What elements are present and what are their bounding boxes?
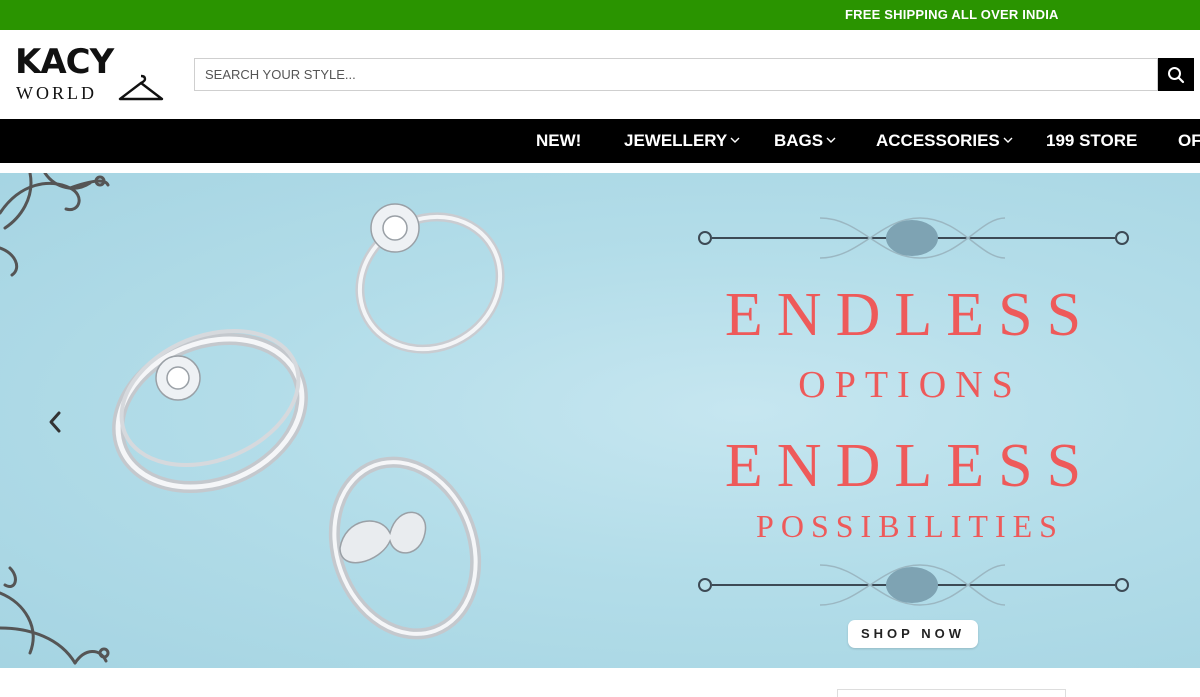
nav-item-jewellery[interactable]: JEWELLERY — [624, 119, 740, 163]
banner-headline-2: OPTIONS — [798, 364, 1022, 406]
nav-item-bags[interactable]: BAGS — [774, 119, 836, 163]
content-box-edge — [837, 689, 1066, 697]
nav-item-label: ACCESSORIES — [876, 131, 1000, 150]
nav-item-199-store[interactable]: 199 STORE — [1046, 119, 1137, 163]
main-nav: NEW! JEWELLERY BAGS ACCESSORIES 199 STOR… — [0, 119, 1200, 163]
search-icon — [1168, 66, 1185, 83]
logo-text-primary: KACY — [15, 42, 114, 82]
promo-bar: FREE SHIPPING ALL OVER INDIA — [0, 0, 1200, 30]
search-bar — [194, 58, 1194, 91]
search-input[interactable] — [194, 58, 1158, 91]
ring-bottom-bow — [339, 511, 427, 564]
nav-item-label: 199 STORE — [1046, 131, 1138, 150]
ring-left-stone — [155, 355, 201, 401]
logo-text-secondary: WORLD — [16, 83, 97, 103]
divider-bottom-icon — [698, 564, 1129, 606]
site-header: KACY WORLD — [0, 30, 1200, 119]
ring-left-image — [112, 328, 308, 494]
banner-headline-1: ENDLESS — [724, 281, 1096, 349]
hanger-icon — [118, 74, 164, 101]
chevron-down-icon — [826, 137, 836, 144]
nav-item-label: NEW! — [536, 131, 582, 150]
site-logo[interactable]: KACY WORLD — [15, 44, 165, 106]
nav-item-label: OF — [1178, 131, 1200, 150]
ring-top-image — [355, 212, 505, 354]
ornament-bottom-left-icon — [0, 566, 110, 665]
banner-artwork — [0, 173, 1129, 665]
nav-item-accessories[interactable]: ACCESSORIES — [876, 119, 1013, 163]
chevron-down-icon — [1003, 137, 1013, 144]
ring-top-stone — [370, 203, 420, 253]
promo-text: FREE SHIPPING ALL OVER INDIA — [845, 7, 1059, 22]
chevron-down-icon — [730, 137, 740, 144]
nav-item-label: BAGS — [774, 131, 824, 150]
search-button[interactable] — [1158, 58, 1194, 91]
hero-banner[interactable]: ENDLESS OPTIONS ENDLESS POSSIBILITIES SH… — [0, 173, 1200, 668]
banner-headline-3: ENDLESS — [724, 432, 1096, 500]
nav-item-label: JEWELLERY — [624, 131, 728, 150]
carousel-prev-button[interactable] — [40, 405, 70, 439]
banner-headline-4: POSSIBILITIES — [756, 508, 1064, 544]
shop-now-button[interactable]: SHOP NOW — [848, 620, 978, 648]
ornament-top-left-icon — [0, 173, 110, 277]
nav-item-new[interactable]: NEW! — [536, 119, 581, 163]
chevron-left-icon — [49, 411, 61, 433]
nav-item-offers[interactable]: OF — [1178, 119, 1200, 163]
divider-top-icon — [698, 217, 1129, 259]
